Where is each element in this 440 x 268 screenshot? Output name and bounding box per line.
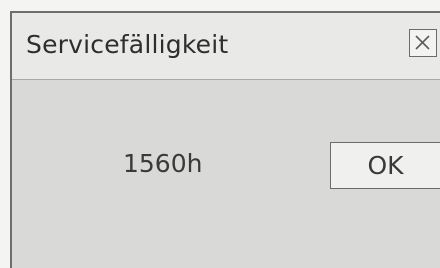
screen: Servicefälligkeit 1560h OK [0, 0, 440, 268]
dialog-title: Servicefälligkeit [26, 30, 229, 59]
service-due-dialog: Servicefälligkeit 1560h OK [10, 11, 440, 268]
service-hours-value: 1560h [123, 149, 203, 178]
close-button[interactable] [409, 29, 437, 57]
title-divider [12, 79, 440, 80]
ok-button[interactable]: OK [330, 142, 440, 189]
close-icon [415, 35, 430, 50]
dialog-titlebar: Servicefälligkeit [12, 13, 440, 79]
